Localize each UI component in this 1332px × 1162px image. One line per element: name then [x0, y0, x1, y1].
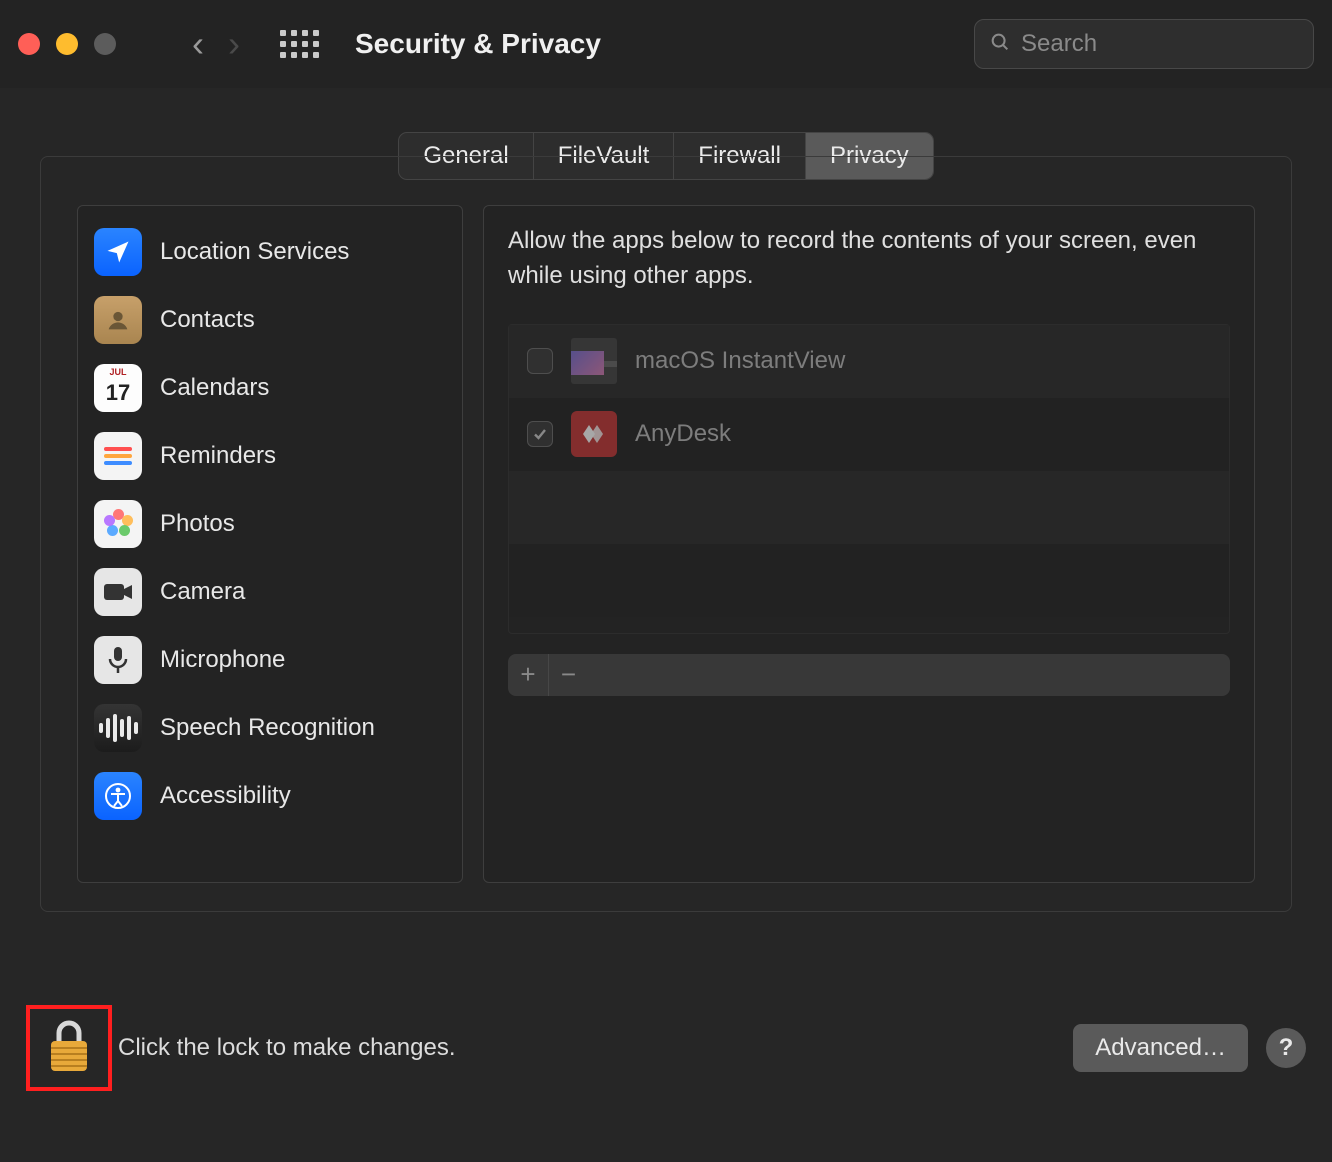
category-label: Microphone [160, 646, 285, 674]
category-label: Speech Recognition [160, 714, 375, 742]
category-label: Accessibility [160, 782, 291, 810]
category-label: Camera [160, 578, 245, 606]
titlebar: ‹ › Security & Privacy [0, 0, 1332, 88]
button-label: Advanced… [1095, 1034, 1226, 1061]
contacts-icon [94, 296, 142, 344]
app-checkbox[interactable] [527, 348, 553, 374]
anydesk-icon [571, 411, 617, 457]
app-row[interactable]: macOS InstantView [509, 325, 1229, 398]
category-contacts[interactable]: Contacts [88, 286, 452, 354]
window-title: Security & Privacy [355, 28, 601, 60]
camera-icon [94, 568, 142, 616]
reminders-icon [94, 432, 142, 480]
lock-icon [45, 1017, 93, 1075]
category-camera[interactable]: Camera [88, 558, 452, 626]
category-label: Location Services [160, 238, 349, 266]
remove-app-button[interactable]: − [548, 654, 588, 696]
app-checkbox[interactable] [527, 421, 553, 447]
category-list[interactable]: Location Services Contacts 17 Calendars [77, 205, 463, 883]
category-label: Calendars [160, 374, 269, 402]
waveform-icon [94, 704, 142, 752]
app-row-empty [509, 471, 1229, 544]
lock-hint: Click the lock to make changes. [118, 1034, 456, 1062]
footer-bar: Click the lock to make changes. Advanced… [26, 1004, 1306, 1092]
add-app-button[interactable]: + [508, 654, 548, 696]
chevron-right-icon: › [228, 23, 240, 64]
accessibility-icon [94, 772, 142, 820]
search-input[interactable] [1021, 30, 1331, 58]
microphone-icon [94, 636, 142, 684]
display-monitor-icon [571, 338, 617, 384]
window-controls [18, 33, 116, 55]
search-icon [989, 31, 1011, 58]
category-photos[interactable]: Photos [88, 490, 452, 558]
photos-icon [94, 500, 142, 548]
help-button[interactable]: ? [1266, 1028, 1306, 1068]
category-label: Contacts [160, 306, 255, 334]
category-accessibility[interactable]: Accessibility [88, 762, 452, 830]
category-label: Photos [160, 510, 235, 538]
category-speech-recognition[interactable]: Speech Recognition [88, 694, 452, 762]
calendar-day: 17 [106, 380, 130, 406]
forward-button[interactable]: › [228, 26, 240, 62]
settings-panel: Location Services Contacts 17 Calendars [40, 156, 1292, 912]
lock-button[interactable] [45, 1017, 93, 1080]
lock-highlight [26, 1005, 112, 1091]
location-arrow-icon [94, 228, 142, 276]
category-calendars[interactable]: 17 Calendars [88, 354, 452, 422]
plus-icon: + [520, 659, 535, 690]
show-all-button[interactable] [280, 30, 319, 58]
list-edit-buttons: + − [508, 654, 1230, 696]
detail-pane: Allow the apps below to record the conte… [483, 205, 1255, 883]
window: ‹ › Security & Privacy General FileVault… [0, 0, 1332, 1162]
app-name: AnyDesk [635, 420, 731, 448]
zoom-window-button[interactable] [94, 33, 116, 55]
app-row[interactable]: AnyDesk [509, 398, 1229, 471]
app-list[interactable]: macOS InstantView AnyDesk [508, 324, 1230, 634]
back-button[interactable]: ‹ [192, 26, 204, 62]
category-microphone[interactable]: Microphone [88, 626, 452, 694]
question-mark-icon: ? [1279, 1034, 1294, 1062]
chevron-left-icon: ‹ [192, 23, 204, 64]
search-field[interactable] [974, 19, 1314, 69]
category-location-services[interactable]: Location Services [88, 218, 452, 286]
app-row-empty [509, 544, 1229, 617]
minimize-window-button[interactable] [56, 33, 78, 55]
calendar-icon: 17 [94, 364, 142, 412]
panel-body: Location Services Contacts 17 Calendars [77, 205, 1255, 883]
minus-icon: − [561, 659, 576, 690]
nav-buttons: ‹ › [192, 26, 240, 62]
permission-description: Allow the apps below to record the conte… [508, 224, 1230, 294]
category-reminders[interactable]: Reminders [88, 422, 452, 490]
app-name: macOS InstantView [635, 347, 845, 375]
category-label: Reminders [160, 442, 276, 470]
advanced-button[interactable]: Advanced… [1073, 1024, 1248, 1072]
close-window-button[interactable] [18, 33, 40, 55]
